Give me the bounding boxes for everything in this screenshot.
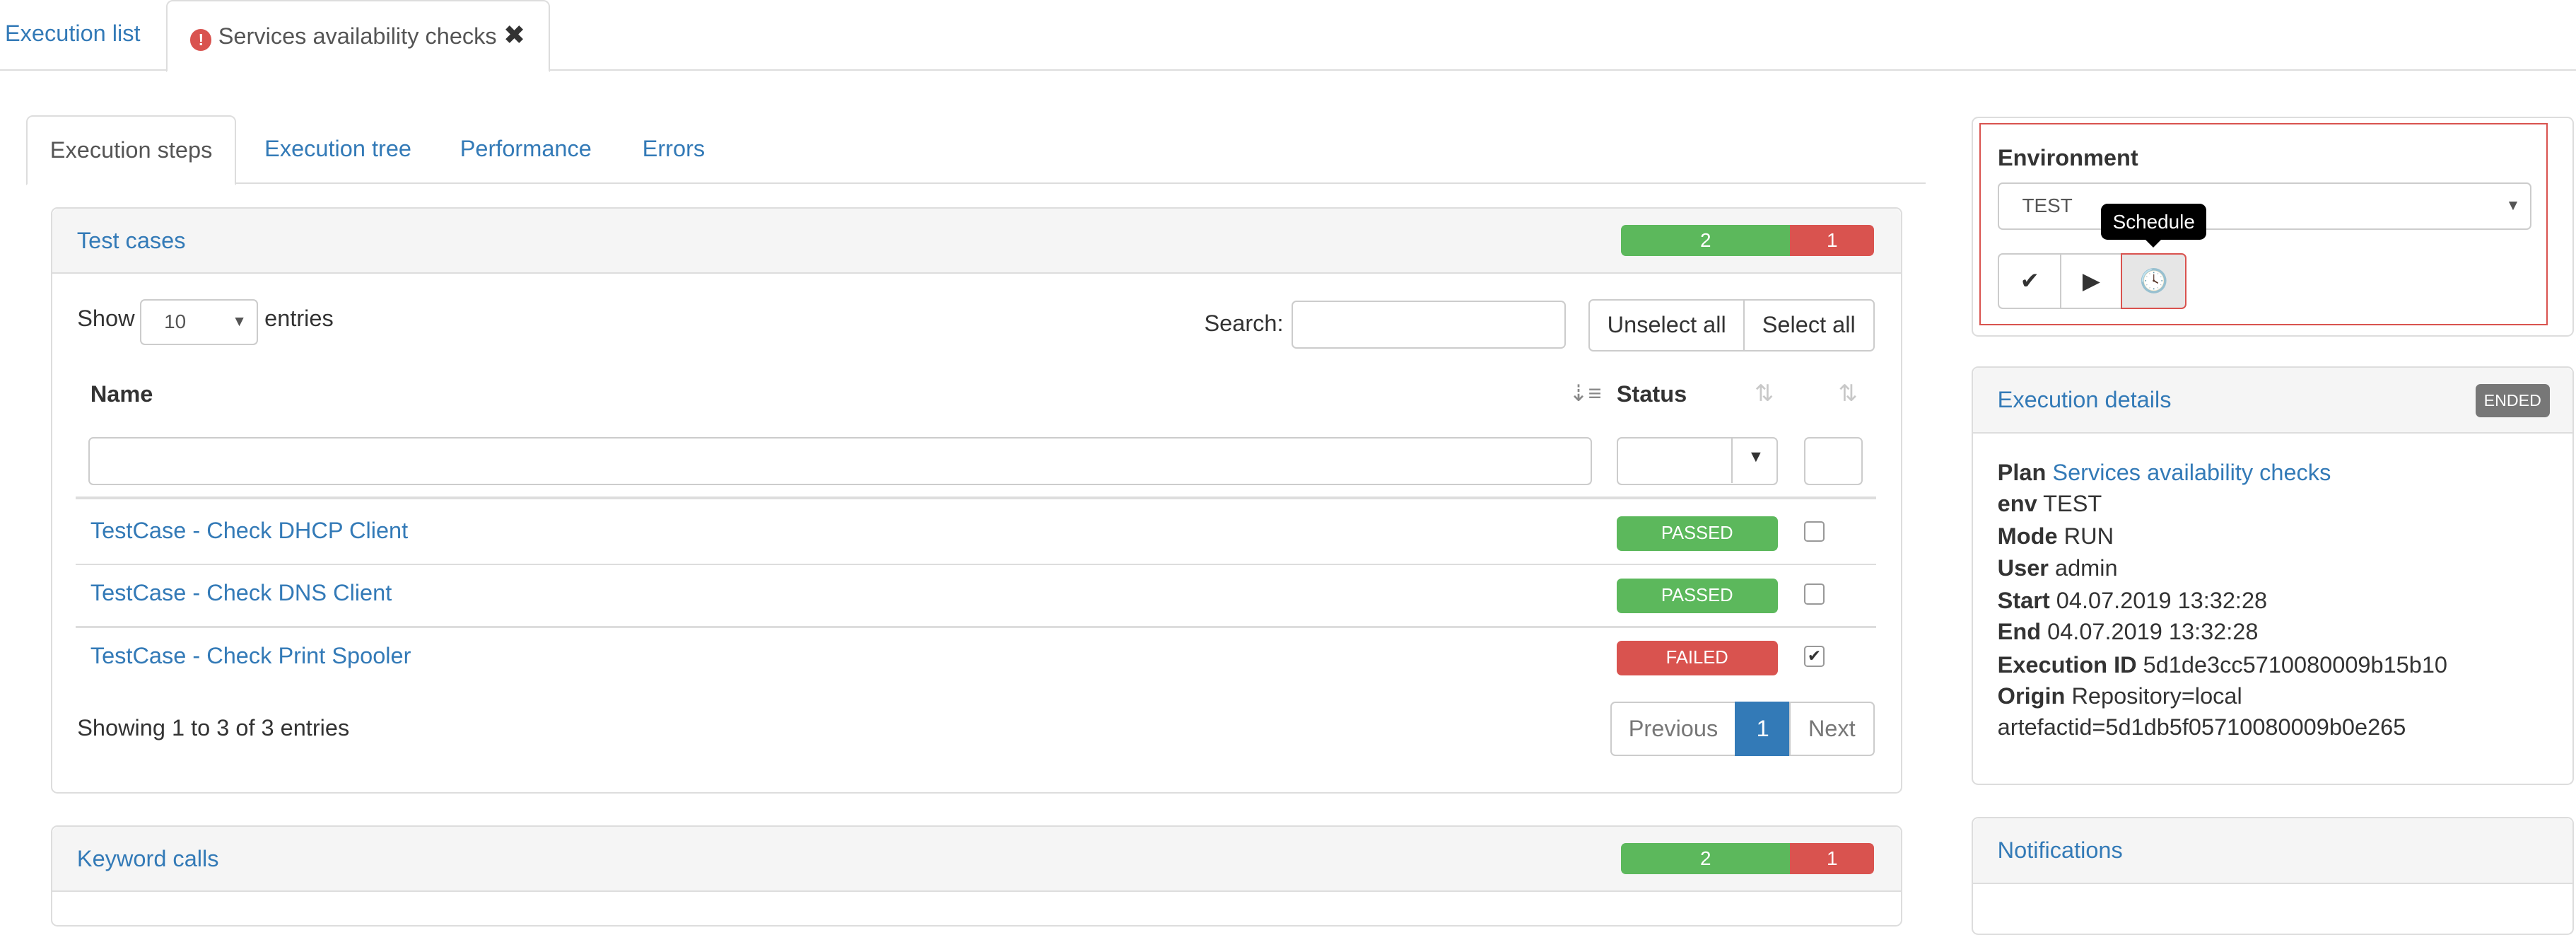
environment-label: Environment	[1997, 144, 2138, 170]
show-label: Show	[77, 306, 135, 332]
status-filter-select[interactable]: ▼	[1616, 437, 1778, 485]
test-cases-title[interactable]: Test cases	[77, 209, 186, 273]
next-page-button[interactable]: Next	[1788, 702, 1875, 757]
tab-execution-tree[interactable]: Execution tree	[264, 115, 411, 182]
row-checkbox[interactable]	[1803, 583, 1825, 605]
page-1-button[interactable]: 1	[1735, 702, 1791, 757]
test-cases-heading: Test cases 2 1	[52, 208, 1901, 274]
schedule-button[interactable]: 🕓	[2121, 252, 2187, 309]
keyword-calls-heading: Keyword calls 2 1	[52, 826, 1901, 893]
detail-origin-artefact: artefactid=5d1db5f05710080009b0e265	[1997, 714, 2406, 740]
previous-page-button[interactable]: Previous	[1610, 702, 1737, 757]
execution-view-tabs: Execution steps Execution tree Performan…	[26, 115, 1926, 185]
keyword-calls-progress: 2 1	[1621, 842, 1875, 875]
clock-icon: 🕓	[2139, 267, 2169, 294]
detail-mode: Mode RUN	[1997, 523, 2114, 550]
progress-passed: 2	[1621, 842, 1791, 875]
top-tab-bar: Execution list ! Services availability ch…	[0, 0, 2576, 72]
select-filter-input[interactable]	[1803, 437, 1863, 485]
column-header-name[interactable]: Name	[90, 381, 153, 407]
unselect-all-button[interactable]: Unselect all	[1588, 298, 1745, 352]
test-cases-progress: 2 1	[1621, 225, 1875, 257]
play-icon: ▶	[2082, 267, 2100, 294]
status-badge: PASSED	[1616, 516, 1778, 551]
page-size-value: 10	[164, 310, 187, 332]
execution-details-title[interactable]: Execution details	[1998, 368, 2172, 432]
keyword-calls-panel: Keyword calls 2 1	[51, 825, 1902, 927]
detail-env: env TEST	[1997, 490, 2102, 516]
tab-errors[interactable]: Errors	[643, 115, 706, 182]
chevron-down-icon: ▼	[2505, 197, 2521, 214]
showing-entries-text: Showing 1 to 3 of 3 entries	[77, 714, 350, 741]
search-input[interactable]	[1291, 301, 1566, 349]
select-all-button[interactable]: Select all	[1743, 298, 1875, 352]
environment-value: TEST	[2022, 194, 2073, 216]
progress-passed: 2	[1621, 225, 1791, 257]
row-checkbox[interactable]	[1803, 521, 1825, 542]
tab-execution-steps[interactable]: Execution steps	[26, 115, 236, 185]
environment-select[interactable]: TEST ▼	[1997, 182, 2532, 231]
detail-plan: Plan Services availability checks	[1997, 459, 2331, 485]
detail-start: Start 04.07.2019 13:32:28	[1997, 588, 2268, 614]
notifications-panel: Notifications	[1971, 817, 2575, 935]
check-button[interactable]: ✔	[1997, 252, 2062, 309]
check-icon: ✔	[2020, 267, 2039, 294]
column-header-status[interactable]: Status	[1617, 381, 1687, 407]
detail-user: User admin	[1997, 554, 2118, 581]
table-row-link[interactable]: TestCase - Check DHCP Client	[90, 518, 408, 544]
name-filter-input[interactable]	[88, 437, 1592, 485]
table-row-link[interactable]: TestCase - Check DNS Client	[90, 580, 392, 606]
notifications-title[interactable]: Notifications	[1998, 818, 2123, 883]
progress-failed: 1	[1790, 842, 1875, 875]
status-badge: PASSED	[1616, 579, 1778, 613]
schedule-tooltip: Schedule	[2101, 204, 2207, 248]
tab-execution-list[interactable]: Execution list	[5, 0, 141, 67]
notifications-heading: Notifications	[1972, 818, 2573, 884]
plan-link[interactable]: Services availability checks	[2052, 460, 2331, 485]
detail-origin: Origin Repository=local	[1997, 683, 2242, 709]
page-size-select[interactable]: 10 ▼	[139, 298, 258, 346]
search-label: Search:	[1204, 310, 1284, 337]
tab-services-availability-checks[interactable]: ! Services availability checks ✖	[165, 0, 550, 72]
chevron-down-icon: ▼	[232, 313, 247, 330]
error-circle-icon: !	[190, 29, 212, 51]
sort-icon[interactable]: ⇅	[1755, 380, 1774, 407]
sort-icon[interactable]: ⇅	[1839, 380, 1858, 407]
row-divider	[75, 564, 1876, 566]
entries-label: entries	[264, 306, 334, 332]
status-badge: FAILED	[1616, 641, 1778, 676]
progress-failed: 1	[1790, 225, 1875, 257]
header-divider	[75, 496, 1876, 500]
tab-title: Services availability checks	[218, 23, 497, 49]
keyword-calls-title[interactable]: Keyword calls	[77, 827, 219, 891]
execution-details-heading: Execution details ENDED	[1972, 368, 2573, 434]
row-checkbox[interactable]: ✔	[1803, 646, 1825, 667]
sort-alpha-icon[interactable]: ⇣≡	[1569, 380, 1601, 407]
close-icon[interactable]: ✖	[503, 20, 525, 50]
execute-button[interactable]: ▶	[2060, 252, 2123, 309]
status-badge: ENDED	[2476, 384, 2550, 417]
table-row-link[interactable]: TestCase - Check Print Spooler	[90, 643, 411, 669]
execution-details-panel: Execution details ENDED Plan Services av…	[1971, 366, 2575, 786]
detail-end: End 04.07.2019 13:32:28	[1997, 619, 2259, 645]
tab-performance[interactable]: Performance	[460, 115, 592, 182]
row-divider	[75, 626, 1876, 628]
caret-down-icon: ▼	[1747, 446, 1764, 465]
divider	[1731, 439, 1733, 483]
detail-execution-id: Execution ID 5d1de3cc5710080009b15b10	[1997, 651, 2447, 678]
